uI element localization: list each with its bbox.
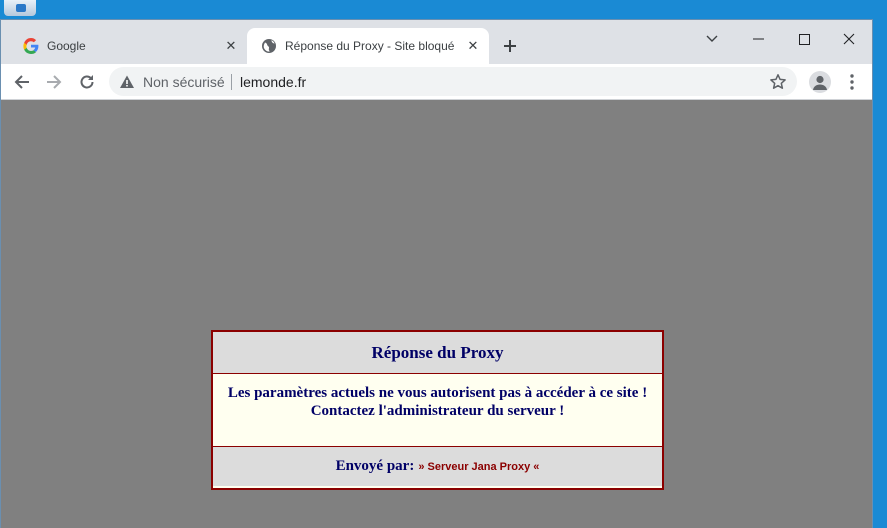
tab-search-button[interactable] bbox=[689, 24, 735, 54]
profile-avatar[interactable] bbox=[809, 71, 831, 93]
maximize-icon bbox=[798, 33, 810, 45]
security-status[interactable]: Non sécurisé bbox=[143, 74, 225, 90]
tab-google[interactable]: Google ✕ bbox=[9, 28, 247, 64]
close-icon[interactable]: ✕ bbox=[223, 38, 239, 54]
proxy-message: Les paramètres actuels ne vous autorisen… bbox=[213, 374, 662, 447]
url-text[interactable]: lemonde.fr bbox=[240, 74, 306, 90]
contact-message: Contactez l'administrateur du serveur ! bbox=[310, 403, 565, 419]
proxy-footer: Envoyé par: » Serveur Jana Proxy « bbox=[213, 447, 662, 486]
globe-icon bbox=[262, 39, 276, 53]
arrow-right-icon bbox=[47, 75, 62, 89]
divider bbox=[231, 74, 232, 90]
proxy-heading: Réponse du Proxy bbox=[213, 332, 662, 374]
tab-strip: Google ✕ Réponse du Proxy - Site bloqué … bbox=[1, 20, 872, 64]
minimize-button[interactable] bbox=[735, 24, 781, 54]
close-icon bbox=[843, 33, 855, 45]
tab-title: Réponse du Proxy - Site bloqué bbox=[285, 39, 455, 53]
kebab-menu-icon bbox=[850, 74, 854, 90]
new-tab-button[interactable] bbox=[499, 35, 521, 57]
reload-icon bbox=[80, 75, 94, 89]
menu-button[interactable] bbox=[841, 70, 863, 94]
browser-toolbar: Non sécurisé lemonde.fr bbox=[1, 64, 872, 100]
plus-icon bbox=[504, 40, 516, 52]
forward-button[interactable] bbox=[41, 69, 67, 95]
proxy-message-box: Réponse du Proxy Les paramètres actuels … bbox=[211, 330, 664, 490]
close-window-button[interactable] bbox=[826, 24, 872, 54]
maximize-button[interactable] bbox=[781, 24, 827, 54]
chevron-down-icon bbox=[706, 35, 718, 42]
arrow-left-icon bbox=[14, 75, 29, 89]
desktop-app-icon[interactable] bbox=[4, 0, 36, 16]
star-icon[interactable] bbox=[769, 73, 787, 91]
back-button[interactable] bbox=[9, 69, 35, 95]
reload-button[interactable] bbox=[74, 69, 100, 95]
blocked-message: Les paramètres actuels ne vous autorisen… bbox=[227, 385, 648, 401]
tab-proxy-response[interactable]: Réponse du Proxy - Site bloqué ✕ bbox=[247, 28, 489, 64]
browser-window: Google ✕ Réponse du Proxy - Site bloqué … bbox=[1, 20, 872, 528]
server-name: » Serveur Jana Proxy « bbox=[418, 460, 540, 473]
minimize-icon bbox=[752, 38, 764, 40]
google-icon bbox=[23, 38, 39, 54]
tab-title: Google bbox=[47, 39, 86, 53]
warning-icon[interactable] bbox=[119, 74, 135, 90]
address-bar[interactable]: Non sécurisé lemonde.fr bbox=[109, 67, 797, 96]
person-icon bbox=[813, 75, 827, 90]
close-icon[interactable]: ✕ bbox=[465, 38, 481, 54]
page-content: Réponse du Proxy Les paramètres actuels … bbox=[1, 100, 872, 528]
sent-by-label: Envoyé par: bbox=[335, 458, 415, 474]
